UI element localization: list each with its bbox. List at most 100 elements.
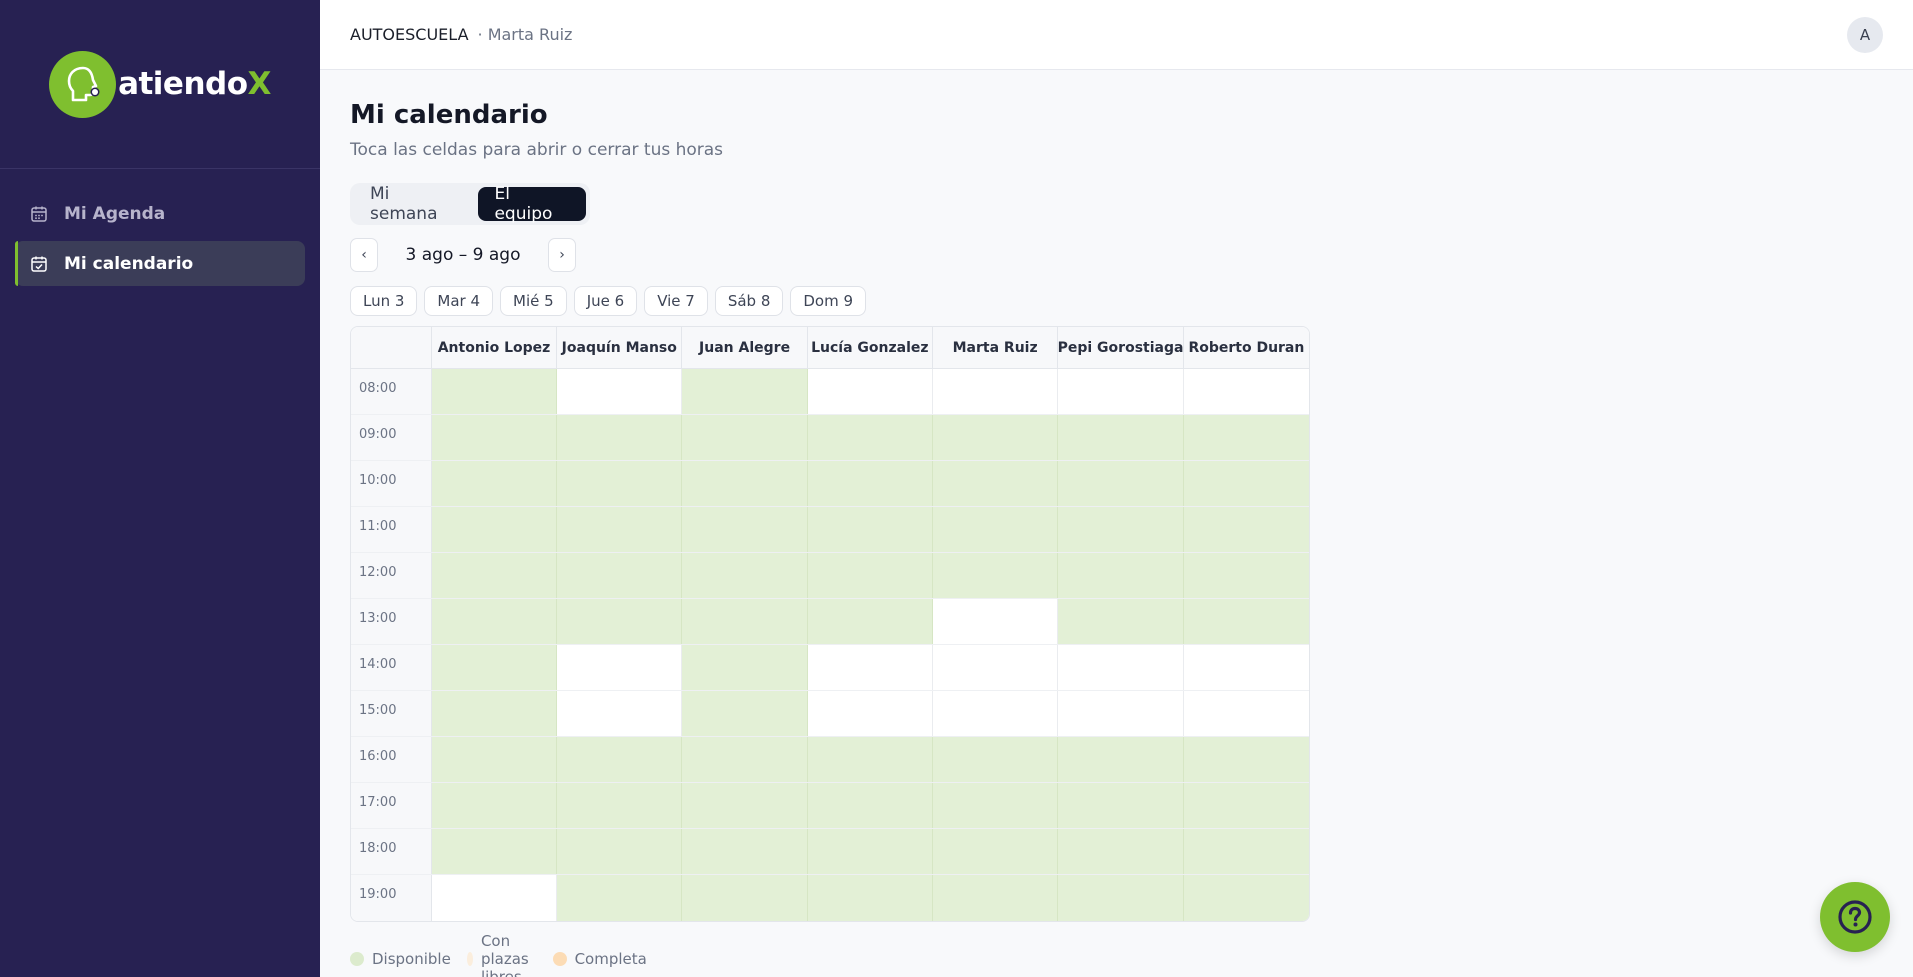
slot-cell-open[interactable] — [682, 461, 808, 506]
slot-cell-open[interactable] — [1183, 783, 1309, 828]
slot-cell-closed[interactable] — [1058, 369, 1184, 414]
slot-cell-open[interactable] — [1058, 829, 1184, 874]
slot-cell-closed[interactable] — [933, 369, 1059, 414]
slot-cell-open[interactable] — [1183, 553, 1309, 598]
slot-cell-open[interactable] — [682, 691, 808, 736]
day-chip[interactable]: Jue 6 — [573, 286, 638, 316]
slot-cell-open[interactable] — [431, 645, 558, 690]
slot-cell-open[interactable] — [933, 553, 1059, 598]
slot-cell-closed[interactable] — [1058, 691, 1184, 736]
sidebar-item-mi-calendario[interactable]: Mi calendario — [15, 241, 305, 286]
logo[interactable]: atiendoX — [49, 50, 271, 118]
slot-cell-open[interactable] — [557, 737, 683, 782]
slot-cell-open[interactable] — [682, 737, 808, 782]
slot-cell-closed[interactable] — [1183, 369, 1309, 414]
slot-cell-open[interactable] — [557, 461, 683, 506]
slot-cell-closed[interactable] — [933, 691, 1059, 736]
slot-cell-open[interactable] — [807, 415, 934, 460]
slot-cell-open[interactable] — [807, 829, 934, 874]
slot-cell-open[interactable] — [682, 645, 808, 690]
slot-cell-closed[interactable] — [807, 691, 934, 736]
slot-cell-open[interactable] — [1183, 599, 1309, 644]
tab-mi-semana[interactable]: Mi semana — [354, 184, 474, 224]
slot-cell-open[interactable] — [933, 415, 1059, 460]
day-chip[interactable]: Sáb 8 — [714, 286, 784, 316]
slot-cell-open[interactable] — [807, 553, 934, 598]
slot-cell-closed[interactable] — [1183, 691, 1309, 736]
slot-cell-open[interactable] — [557, 415, 683, 460]
slot-cell-closed[interactable] — [557, 369, 683, 414]
slot-cell-open[interactable] — [431, 507, 558, 552]
slot-cell-open[interactable] — [933, 461, 1059, 506]
slot-cell-open[interactable] — [1058, 415, 1184, 460]
prev-week-button[interactable]: ‹ — [350, 238, 378, 272]
slot-cell-open[interactable] — [431, 415, 558, 460]
day-chip[interactable]: Mié 5 — [500, 286, 567, 316]
slot-cell-open[interactable] — [933, 875, 1059, 921]
slot-cell-open[interactable] — [1183, 737, 1309, 782]
slot-cell-open[interactable] — [431, 461, 558, 506]
slot-cell-closed[interactable] — [557, 645, 683, 690]
slot-cell-open[interactable] — [933, 737, 1059, 782]
day-chip[interactable]: Dom 9 — [790, 286, 867, 316]
slot-cell-open[interactable] — [1183, 875, 1309, 921]
slot-cell-open[interactable] — [1058, 783, 1184, 828]
slot-cell-open[interactable] — [1058, 553, 1184, 598]
slot-cell-open[interactable] — [933, 783, 1059, 828]
slot-cell-open[interactable] — [431, 829, 558, 874]
slot-cell-open[interactable] — [557, 553, 683, 598]
slot-cell-open[interactable] — [1058, 461, 1184, 506]
slot-cell-open[interactable] — [1058, 599, 1184, 644]
slot-cell-open[interactable] — [807, 875, 934, 921]
slot-cell-open[interactable] — [431, 599, 558, 644]
slot-cell-open[interactable] — [431, 369, 558, 414]
slot-cell-open[interactable] — [557, 829, 683, 874]
slot-cell-open[interactable] — [431, 553, 558, 598]
slot-cell-closed[interactable] — [1183, 645, 1309, 690]
slot-cell-open[interactable] — [933, 507, 1059, 552]
slot-cell-closed[interactable] — [807, 369, 934, 414]
slot-cell-open[interactable] — [1183, 461, 1309, 506]
help-button[interactable] — [1820, 882, 1890, 952]
slot-cell-open[interactable] — [431, 691, 558, 736]
slot-cell-closed[interactable] — [933, 599, 1059, 644]
avatar[interactable]: A — [1847, 17, 1883, 53]
slot-cell-open[interactable] — [933, 829, 1059, 874]
slot-cell-closed[interactable] — [557, 691, 683, 736]
sidebar-item-mi-agenda[interactable]: Mi Agenda — [15, 191, 305, 236]
slot-cell-open[interactable] — [1058, 875, 1184, 921]
slot-cell-open[interactable] — [682, 829, 808, 874]
slot-cell-open[interactable] — [807, 737, 934, 782]
slot-cell-open[interactable] — [682, 369, 808, 414]
slot-cell-open[interactable] — [557, 783, 683, 828]
slot-cell-open[interactable] — [431, 737, 558, 782]
slot-cell-closed[interactable] — [431, 875, 558, 921]
slot-cell-open[interactable] — [807, 599, 934, 644]
slot-cell-open[interactable] — [682, 783, 808, 828]
slot-cell-closed[interactable] — [933, 645, 1059, 690]
slot-cell-open[interactable] — [1183, 829, 1309, 874]
slot-cell-open[interactable] — [1183, 415, 1309, 460]
slot-cell-open[interactable] — [1058, 737, 1184, 782]
slot-cell-open[interactable] — [682, 553, 808, 598]
slot-cell-open[interactable] — [431, 783, 558, 828]
slot-cell-open[interactable] — [1058, 507, 1184, 552]
slot-cell-closed[interactable] — [1058, 645, 1184, 690]
slot-cell-closed[interactable] — [807, 645, 934, 690]
slot-cell-open[interactable] — [807, 507, 934, 552]
slot-cell-open[interactable] — [557, 599, 683, 644]
slot-cell-open[interactable] — [807, 461, 934, 506]
slot-cell-open[interactable] — [1183, 507, 1309, 552]
day-chip[interactable]: Lun 3 — [350, 286, 418, 316]
slot-cell-open[interactable] — [807, 783, 934, 828]
tab-el-equipo[interactable]: El equipo — [478, 184, 586, 224]
day-chip[interactable]: Mar 4 — [424, 286, 494, 316]
slot-cell-open[interactable] — [682, 415, 808, 460]
slot-cell-open[interactable] — [557, 875, 683, 921]
slot-cell-open[interactable] — [682, 875, 808, 921]
next-week-button[interactable]: › — [548, 238, 576, 272]
slot-cell-open[interactable] — [682, 599, 808, 644]
day-chip[interactable]: Vie 7 — [644, 286, 708, 316]
slot-cell-open[interactable] — [557, 507, 683, 552]
slot-cell-open[interactable] — [682, 507, 808, 552]
